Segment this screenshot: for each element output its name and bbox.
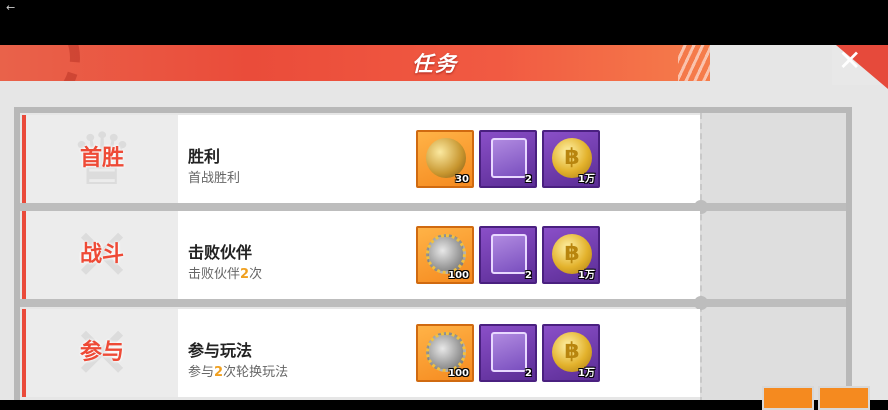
reward-qty: 2 bbox=[525, 174, 532, 185]
task-desc: 参与2次轮换玩法 bbox=[188, 361, 288, 380]
reward-list: 100 2 ฿ 1万 bbox=[414, 226, 604, 286]
reward-qty: 100 bbox=[448, 270, 469, 281]
bottom-reward-preview[interactable] bbox=[818, 386, 870, 410]
desc-count: 2 bbox=[214, 365, 224, 380]
reward-qty: 1万 bbox=[578, 174, 595, 185]
reward-list: 30 2 ฿ 1万 bbox=[414, 130, 604, 190]
desc-suffix: 次 bbox=[249, 267, 263, 282]
reward-item[interactable]: 2 bbox=[479, 226, 537, 284]
row-separator bbox=[20, 299, 846, 307]
reward-qty: 1万 bbox=[578, 368, 595, 379]
back-icon[interactable]: ← bbox=[6, 2, 20, 14]
gear-token-icon bbox=[426, 234, 466, 274]
reward-item[interactable]: ฿ 1万 bbox=[542, 324, 600, 382]
badge-area: ♛ 首胜 bbox=[26, 115, 178, 203]
task-row: ✕ 参与 参与玩法 参与2次轮换玩法 100 2 ฿ 1万 bbox=[22, 309, 700, 397]
badge-label: 首胜 bbox=[79, 146, 124, 171]
claim-column bbox=[700, 113, 846, 400]
task-row: ♛ 首胜 胜利 首战胜利 30 2 ฿ 1万 bbox=[22, 115, 700, 203]
reward-item[interactable]: ฿ 1万 bbox=[542, 226, 600, 284]
exp-book-icon bbox=[491, 332, 527, 372]
reward-qty: 2 bbox=[525, 270, 532, 281]
desc-prefix: 参与 bbox=[188, 365, 215, 380]
reward-qty: 30 bbox=[455, 174, 469, 185]
reward-item[interactable]: 2 bbox=[479, 130, 537, 188]
task-row: ✕ 战斗 击败伙伴 击败伙伴2次 100 2 ฿ 1万 bbox=[22, 211, 700, 299]
reward-item[interactable]: 2 bbox=[479, 324, 537, 382]
task-desc: 首战胜利 bbox=[188, 171, 241, 186]
close-icon[interactable]: ✕ bbox=[838, 47, 862, 75]
row-separator bbox=[20, 203, 846, 211]
panel-title: 任务 bbox=[412, 52, 458, 76]
desc-prefix: 击败伙伴 bbox=[188, 267, 241, 282]
desc-count: 2 bbox=[240, 267, 250, 282]
desc-suffix: 次轮换玩法 bbox=[223, 365, 289, 380]
divider-dashed bbox=[700, 113, 702, 400]
gear-token-icon bbox=[426, 332, 466, 372]
badge-area: ✕ 参与 bbox=[26, 309, 178, 397]
gold-ball-icon bbox=[426, 138, 466, 178]
task-title: 胜利 bbox=[188, 147, 221, 166]
reward-qty: 1万 bbox=[578, 270, 595, 281]
exp-book-icon bbox=[491, 234, 527, 274]
bottom-reward-preview[interactable] bbox=[762, 386, 814, 410]
badge-label: 战斗 bbox=[79, 242, 124, 267]
reward-list: 100 2 ฿ 1万 bbox=[414, 324, 604, 384]
reward-qty: 2 bbox=[525, 368, 532, 379]
task-title: 参与玩法 bbox=[188, 341, 253, 360]
reward-item[interactable]: 30 bbox=[416, 130, 474, 188]
reward-item[interactable]: ฿ 1万 bbox=[542, 130, 600, 188]
reward-item[interactable]: 100 bbox=[416, 324, 474, 382]
separator-dot bbox=[694, 296, 708, 310]
badge-area: ✕ 战斗 bbox=[26, 211, 178, 299]
badge-label: 参与 bbox=[79, 340, 124, 365]
task-panel: 任务 ✕ ♛ 首胜 胜利 首战胜利 30 2 ฿ 1万 ✕ 战斗 击败伙伴 击败… bbox=[0, 45, 888, 400]
task-title: 击败伙伴 bbox=[188, 243, 253, 262]
reward-qty: 100 bbox=[448, 368, 469, 379]
task-desc: 击败伙伴2次 bbox=[188, 263, 262, 282]
reward-item[interactable]: 100 bbox=[416, 226, 474, 284]
exp-book-icon bbox=[491, 138, 527, 178]
